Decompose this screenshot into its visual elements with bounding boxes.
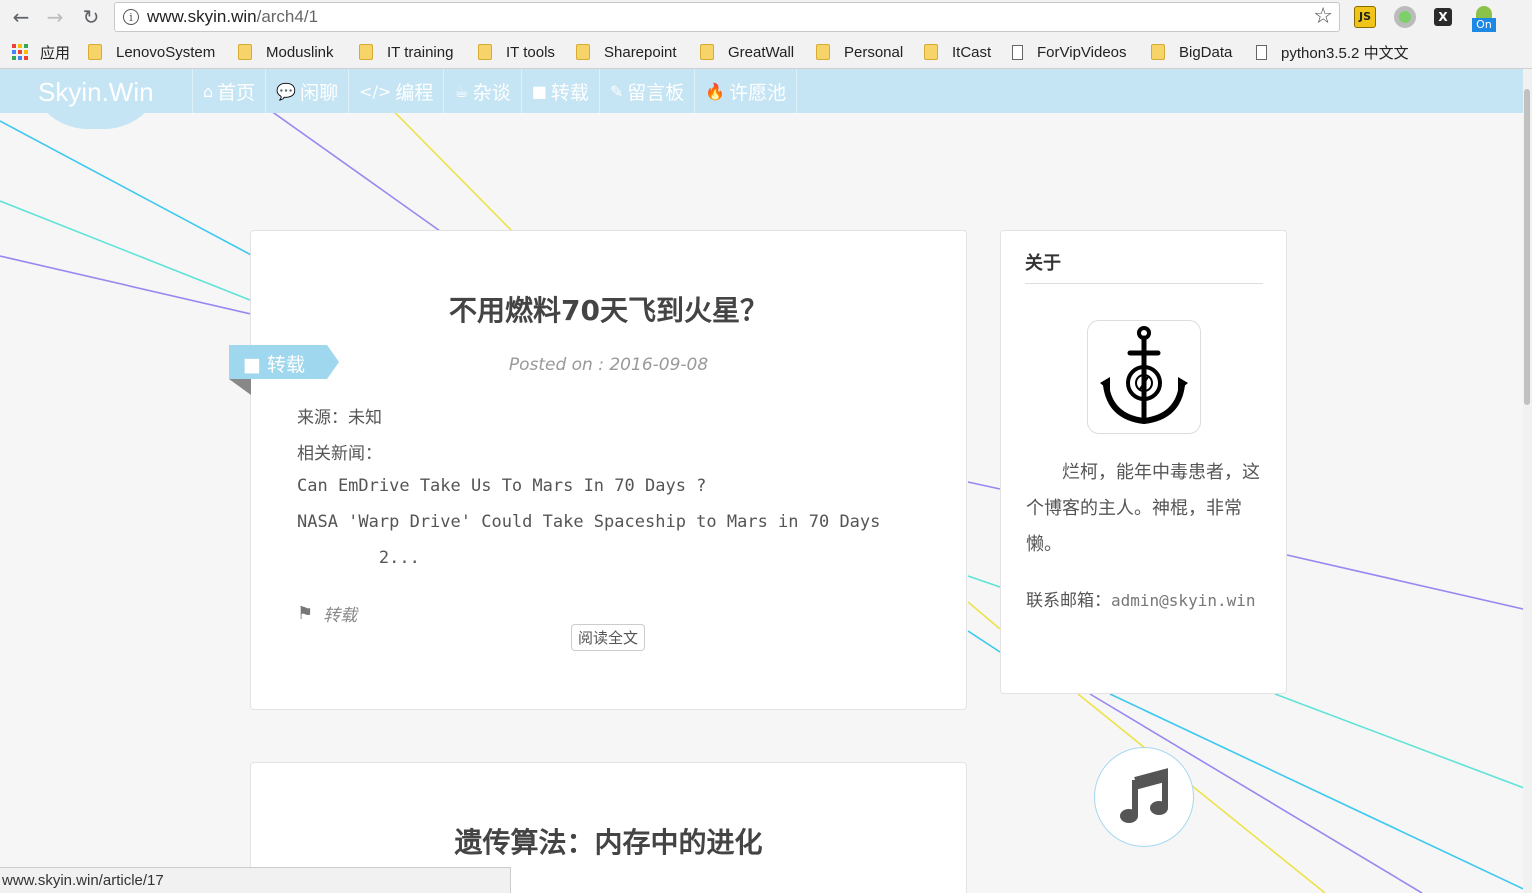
nav-code[interactable]: </> 编程 — [348, 69, 443, 113]
folder-icon — [576, 44, 590, 60]
folder-icon — [924, 44, 938, 60]
music-player-button[interactable] — [1094, 747, 1194, 847]
forward-icon[interactable]: → — [42, 4, 68, 30]
folder-icon — [359, 44, 373, 60]
video-icon: ■ — [531, 81, 547, 101]
bookmark-folder[interactable]: IT training — [359, 42, 453, 62]
site-info-icon[interactable]: i — [123, 9, 139, 25]
url-text[interactable]: www.skyin.win/arch4/1 — [147, 7, 318, 27]
folder-icon — [88, 44, 102, 60]
folder-icon — [816, 44, 830, 60]
post-date: Posted on : 2016-09-08 — [508, 355, 709, 375]
read-more-button[interactable]: 阅读全文 — [571, 624, 646, 651]
tag-link[interactable]: 转载 — [323, 601, 357, 626]
apps-grid-icon — [12, 44, 28, 60]
green-dot-extension-icon[interactable] — [1394, 6, 1416, 28]
anchor-icon — [1100, 326, 1188, 425]
bookmark-page[interactable]: ForVipVideos — [1012, 42, 1127, 62]
bookmark-folder[interactable]: Personal — [816, 42, 903, 62]
nav-guestbook[interactable]: ✎ 留言板 — [598, 69, 694, 113]
bookmark-page[interactable]: python3.5.2 中文文 — [1256, 42, 1424, 62]
excerpt-line: 2... — [297, 548, 420, 568]
page-icon — [1012, 44, 1023, 60]
folder-icon — [238, 44, 252, 60]
status-bar-url: www.skyin.win/article/17 — [0, 867, 511, 893]
post-title[interactable]: 不用燃料70天飞到火星？ — [251, 289, 966, 329]
video-icon: ■ — [243, 354, 261, 376]
back-icon[interactable]: ← — [8, 4, 34, 30]
tags-icon: ⚑ — [297, 603, 314, 624]
excerpt-line: 来源：未知 — [297, 408, 382, 428]
on-toggle-extension-icon[interactable]: On — [1472, 6, 1496, 32]
nav-misc[interactable]: ☕ 杂谈 — [443, 69, 520, 113]
ribbon-label: ■ 转载 — [243, 354, 306, 376]
post-tags: ⚑ 转载 — [297, 601, 357, 626]
nav-chat[interactable]: 💬 闲聊 — [265, 69, 348, 113]
about-widget: 关于 烂柯，能年中毒患者，这个博客的主人。神棍，非常懒。 联系邮箱：admin@… — [1000, 230, 1287, 694]
reload-icon[interactable]: ↻ — [78, 4, 104, 30]
bookmark-folder[interactable]: BigData — [1151, 42, 1232, 62]
js-extension-icon[interactable]: JS — [1354, 6, 1376, 28]
folder-icon — [1151, 44, 1165, 60]
bookmarks-bar: 应用 LenovoSystem Moduslink IT training IT… — [0, 36, 1532, 69]
x-extension-icon[interactable]: X — [1434, 8, 1452, 26]
code-icon: </> — [359, 81, 392, 101]
coffee-icon: ☕ — [454, 81, 469, 101]
bookmark-folder[interactable]: ItCast — [924, 42, 991, 62]
bookmark-folder[interactable]: Moduslink — [238, 42, 334, 62]
folder-icon — [478, 44, 492, 60]
scrollbar-thumb[interactable] — [1524, 89, 1530, 405]
page-viewport: Skyin.Win ⌂ 首页 💬 闲聊 </> 编程 ☕ 杂谈 ■ 转载 ✎ 留言板 🔥 许愿… — [0, 69, 1532, 893]
email-link[interactable]: admin@skyin.win — [1111, 591, 1256, 610]
category-ribbon[interactable]: ■ 转载 — [229, 345, 339, 395]
contact-email: 联系邮箱：admin@skyin.win — [1026, 591, 1256, 611]
folder-icon — [700, 44, 714, 60]
avatar — [1087, 320, 1201, 434]
page-icon — [1256, 44, 1267, 60]
about-bio: 烂柯，能年中毒患者，这个博客的主人。神棍，非常懒。 — [1026, 462, 1260, 555]
nav-wishing-pool[interactable]: 🔥 许愿池 — [694, 69, 798, 113]
bookmark-folder[interactable]: Sharepoint — [576, 42, 677, 62]
bookmark-folder[interactable]: LenovoSystem — [88, 42, 215, 62]
about-title: 关于 — [1025, 253, 1061, 274]
excerpt-line: Can EmDrive Take Us To Mars In 70 Days ? — [297, 476, 707, 496]
chat-icon: 💬 — [276, 81, 297, 101]
divider — [1025, 283, 1263, 284]
bookmark-folder[interactable]: IT tools — [478, 42, 555, 62]
excerpt-line: NASA 'Warp Drive' Could Take Spaceship t… — [297, 512, 881, 532]
bookmark-folder[interactable]: GreatWall — [700, 42, 794, 62]
site-logo[interactable]: Skyin.Win — [38, 77, 154, 108]
edit-icon: ✎ — [609, 81, 624, 101]
post-card: 不用燃料70天飞到火星？ Posted on : 2016-09-08 来源：未… — [250, 230, 967, 710]
nav-repost[interactable]: ■ 转载 — [520, 69, 599, 113]
browser-toolbar: ← → ↻ i www.skyin.win/arch4/1 ☆ JS X On — [0, 0, 1532, 36]
music-note-icon — [1120, 768, 1168, 823]
bookmark-star-icon[interactable]: ☆ — [1313, 4, 1333, 29]
post-title[interactable]: 遗传算法：内存中的进化 — [251, 821, 966, 861]
address-bar[interactable]: i www.skyin.win/arch4/1 ☆ — [114, 2, 1340, 32]
site-menu: ⌂ 首页 💬 闲聊 </> 编程 ☕ 杂谈 ■ 转载 ✎ 留言板 🔥 许愿池 — [192, 69, 798, 113]
home-icon: ⌂ — [203, 81, 214, 101]
nav-home[interactable]: ⌂ 首页 — [192, 69, 265, 113]
flame-icon: 🔥 — [705, 81, 726, 101]
page-scrollbar[interactable] — [1523, 69, 1532, 893]
excerpt-line: 相关新闻： — [297, 444, 382, 464]
bookmark-apps[interactable]: 应用 — [12, 42, 70, 62]
